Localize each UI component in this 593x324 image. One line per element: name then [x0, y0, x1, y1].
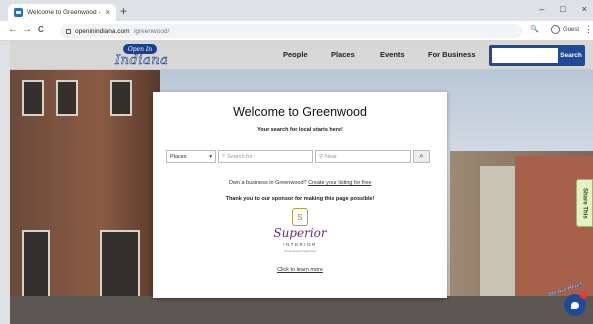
header-search-input[interactable]: [492, 48, 558, 63]
sponsor-monogram: S: [292, 208, 308, 226]
profile-icon: [551, 25, 560, 34]
sponsor-tagline: Professional Organizing: [284, 249, 316, 253]
chat-widget[interactable]: We Are Here!: [546, 282, 590, 320]
share-this-label: Share This: [581, 187, 588, 219]
minimize-button[interactable]: –: [539, 4, 544, 14]
logo-main-text: Indiana: [115, 53, 169, 69]
location-pin-icon: ⚲: [319, 153, 324, 160]
forward-button[interactable]: →: [22, 24, 32, 36]
site-header: Open In Indiana People Places Events For…: [10, 41, 593, 70]
header-search: Search: [489, 45, 585, 66]
search-for-field[interactable]: ⌕ Search for: [218, 150, 313, 163]
tab-close-icon[interactable]: ×: [105, 8, 110, 17]
favicon-icon: [14, 8, 23, 17]
nav-for-business[interactable]: For Business: [428, 50, 476, 59]
learn-more-link[interactable]: Click to learn more: [153, 267, 447, 273]
back-button[interactable]: ←: [8, 24, 18, 36]
notification-badge: [580, 292, 587, 299]
owner-prompt: Own a business in Greenwood? Create your…: [153, 180, 447, 186]
window-controls: – □ ×: [539, 4, 587, 14]
sponsor-sub: INTERIOR: [283, 242, 317, 247]
building-left: [10, 70, 160, 324]
near-field[interactable]: ⚲ Near: [315, 150, 411, 163]
lock-icon: [66, 28, 71, 34]
welcome-modal: Welcome to Greenwood Your search for loc…: [153, 92, 447, 298]
website: Open In Indiana People Places Events For…: [10, 41, 593, 324]
reload-button[interactable]: C: [38, 24, 44, 36]
search-icon: ⌕: [222, 153, 226, 159]
url-bar[interactable]: openinindiana.com/greenwood/: [60, 24, 522, 38]
profile-button[interactable]: Guest: [551, 25, 579, 34]
create-listing-link[interactable]: Create your listing for free: [308, 180, 371, 186]
category-select[interactable]: Places ▾: [166, 150, 216, 163]
modal-title: Welcome to Greenwood: [233, 105, 367, 119]
caret-down-icon: ▾: [209, 153, 212, 160]
sponsor-thanks: Thank you to our sponsor for making this…: [225, 196, 375, 202]
modal-subtitle: Your search for local starts here!: [257, 127, 343, 133]
nav-places[interactable]: Places: [331, 50, 355, 59]
sponsor-name: Superior: [273, 226, 327, 240]
browser-tab[interactable]: Welcome to Greenwood - Open ×: [8, 4, 116, 21]
close-window-button[interactable]: ×: [582, 4, 587, 14]
address-bar: ← → C openinindiana.com/greenwood/ 🔍 Gue…: [0, 21, 593, 41]
site-logo[interactable]: Open In Indiana: [115, 43, 171, 68]
maximize-button[interactable]: □: [560, 4, 565, 14]
share-this-tab[interactable]: Share This: [576, 179, 593, 227]
nav-events[interactable]: Events: [380, 50, 405, 59]
zoom-search-icon[interactable]: 🔍: [530, 25, 539, 33]
browser-tab-bar: Welcome to Greenwood - Open × + – □ ×: [0, 0, 593, 21]
magnifier-icon: ⌕: [419, 152, 424, 160]
nav-people[interactable]: People: [283, 50, 308, 59]
url-path: /greenwood/: [133, 27, 170, 35]
search-for-placeholder: Search for: [227, 153, 253, 160]
local-search-row: Places ▾ ⌕ Search for ⚲ Near ⌕: [166, 150, 434, 163]
category-selected: Places: [170, 153, 187, 160]
browser-menu-icon[interactable]: ⋮: [584, 24, 593, 35]
owner-text: Own a business in Greenwood?: [228, 180, 307, 186]
street: [10, 296, 593, 324]
url-host: openinindiana.com: [75, 27, 130, 35]
profile-label: Guest: [563, 26, 580, 33]
tab-title: Welcome to Greenwood - Open: [27, 9, 101, 16]
sponsor-logo[interactable]: S Superior INTERIOR Professional Organiz…: [263, 208, 337, 266]
header-search-button[interactable]: Search: [559, 48, 583, 63]
search-submit-button[interactable]: ⌕: [413, 150, 430, 163]
new-tab-button[interactable]: +: [120, 4, 127, 18]
near-placeholder: Near: [325, 153, 337, 160]
